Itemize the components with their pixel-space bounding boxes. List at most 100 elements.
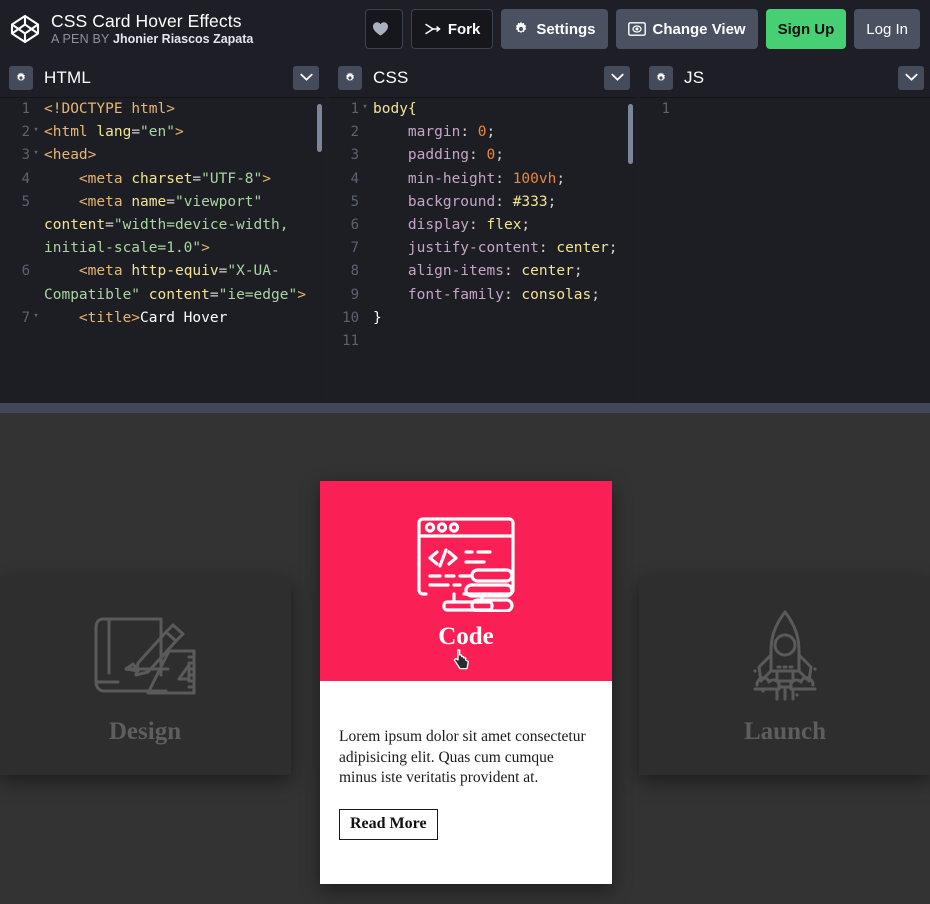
- card-design[interactable]: Design: [0, 577, 291, 775]
- love-button[interactable]: [365, 9, 403, 49]
- html-editor-pane: HTML 1<!DOCTYPE html>2▾<html lang="en">3…: [0, 58, 325, 403]
- js-code-area[interactable]: 1: [640, 98, 930, 403]
- code-line-text: <!DOCTYPE html>: [42, 98, 325, 121]
- line-number: 6: [333, 214, 359, 237]
- html-pane-title: HTML: [44, 68, 293, 88]
- code-line: 7 justify-content: center;: [329, 237, 636, 260]
- html-pane-header: HTML: [0, 58, 325, 98]
- code-fold-arrow-icon: [359, 144, 371, 149]
- code-line: 2 margin: 0;: [329, 121, 636, 144]
- html-code-area[interactable]: 1<!DOCTYPE html>2▾<html lang="en">3▾<hea…: [0, 98, 325, 403]
- change-view-button[interactable]: Change View: [616, 9, 758, 49]
- code-fold-arrow-icon: [359, 307, 371, 312]
- css-chevron-down-icon[interactable]: [604, 66, 630, 90]
- css-scrollbar-thumb[interactable]: [628, 104, 633, 164]
- card-code-body: Lorem ipsum dolor sit amet consectetur a…: [320, 681, 612, 884]
- html-code-lines: 1<!DOCTYPE html>2▾<html lang="en">3▾<hea…: [0, 98, 325, 330]
- line-number: 7: [333, 237, 359, 260]
- card-code-header: Code: [320, 481, 612, 681]
- codepen-logo-icon[interactable]: [8, 12, 42, 46]
- line-number: 4: [4, 168, 30, 191]
- code-line: 4 <meta charset="UTF-8">: [0, 168, 325, 191]
- code-fold-arrow-icon: [670, 98, 682, 103]
- code-line-text: <head>: [42, 144, 325, 167]
- code-line-text: font-family: consolas;: [371, 284, 636, 307]
- code-line-text: <meta charset="UTF-8">: [42, 168, 325, 191]
- css-editor-pane: CSS 1▾body{2 margin: 0;3 padding: 0;4 mi…: [329, 58, 636, 403]
- code-line-text: padding: 0;: [371, 144, 636, 167]
- code-line-text: <title>Card Hover: [42, 307, 325, 330]
- line-number: 5: [333, 191, 359, 214]
- editor-preview-resize-handle[interactable]: [0, 403, 930, 413]
- code-line: 3▾<head>: [0, 144, 325, 167]
- line-number: 8: [333, 260, 359, 283]
- code-line: 1 <!DOCTYPE html>: [0, 98, 325, 121]
- read-more-button[interactable]: Read More: [339, 809, 438, 840]
- css-settings-gear-icon[interactable]: [338, 66, 362, 90]
- code-line: 3 padding: 0;: [329, 144, 636, 167]
- code-fold-arrow-icon: [359, 237, 371, 242]
- code-fold-arrow-icon: [359, 121, 371, 126]
- code-line: 5 background: #333;: [329, 191, 636, 214]
- line-number: 10: [333, 307, 359, 330]
- card-launch-label: Launch: [744, 718, 826, 746]
- js-chevron-down-icon[interactable]: [898, 66, 924, 90]
- js-settings-gear-icon[interactable]: [649, 66, 673, 90]
- blueprint-pencil-ruler-icon: [93, 607, 197, 712]
- html-settings-gear-icon[interactable]: [9, 66, 33, 90]
- line-number: 3: [333, 144, 359, 167]
- code-fold-arrow-icon: [359, 260, 371, 265]
- html-scrollbar-thumb[interactable]: [317, 104, 322, 152]
- change-view-icon: [628, 22, 646, 36]
- code-fold-arrow-icon[interactable]: ▾: [30, 307, 42, 321]
- code-fold-arrow-icon[interactable]: ▾: [30, 121, 42, 135]
- line-number: 2: [4, 121, 30, 144]
- code-line-text: min-height: 100vh;: [371, 168, 636, 191]
- js-pane-title: JS: [684, 68, 898, 88]
- line-number: 7: [4, 307, 30, 330]
- code-line-text: <html lang="en">: [42, 121, 325, 144]
- code-fold-arrow-icon[interactable]: ▾: [30, 144, 42, 158]
- css-pane-title: CSS: [373, 68, 604, 88]
- code-line: 9 font-family: consolas;: [329, 284, 636, 307]
- card-code-label: Code: [438, 623, 494, 651]
- log-in-button[interactable]: Log In: [854, 9, 920, 49]
- page-title: CSS Card Hover Effects: [51, 11, 365, 31]
- heart-icon: [372, 21, 389, 37]
- fork-icon: [424, 21, 441, 37]
- fork-button[interactable]: Fork: [411, 9, 494, 49]
- code-line: 8 align-items: center;: [329, 260, 636, 283]
- code-fold-arrow-icon: [30, 98, 42, 103]
- line-number: 1: [4, 98, 30, 121]
- code-line: 1: [640, 98, 930, 121]
- rocket-icon: [733, 607, 837, 712]
- code-line: 6 display: flex;: [329, 214, 636, 237]
- pointer-hand-cursor: [453, 649, 470, 675]
- code-line: 1▾body{: [329, 98, 636, 121]
- codepen-app: CSS Card Hover Effects A PEN BY Jhonier …: [0, 0, 930, 904]
- code-line: 7▾ <title>Card Hover: [0, 307, 325, 330]
- code-fold-arrow-icon[interactable]: ▾: [359, 98, 371, 112]
- code-line-text: <meta http-equiv="X-UA-Compatible" conte…: [42, 260, 325, 306]
- settings-button[interactable]: Settings: [501, 9, 607, 49]
- toolbar-actions: Fork Settings: [365, 9, 920, 49]
- code-line: 5 <meta name="viewport" content="width=d…: [0, 191, 325, 261]
- sign-up-button-label: Sign Up: [778, 21, 835, 38]
- card-code[interactable]: Code Lorem ipsum dolor sit amet consecte…: [320, 481, 612, 884]
- card-code-text: Lorem ipsum dolor sit amet consectetur a…: [339, 727, 593, 789]
- sign-up-button[interactable]: Sign Up: [766, 9, 847, 49]
- pen-by-prefix: A PEN BY: [51, 32, 109, 46]
- line-number: 11: [333, 330, 359, 353]
- code-line-text: display: flex;: [371, 214, 636, 237]
- css-code-area[interactable]: 1▾body{2 margin: 0;3 padding: 0;4 min-he…: [329, 98, 636, 403]
- log-in-button-label: Log In: [866, 21, 908, 38]
- js-editor-pane: JS 1: [640, 58, 930, 403]
- code-line: 11: [329, 330, 636, 353]
- code-fold-arrow-icon: [359, 191, 371, 196]
- code-fold-arrow-icon: [30, 191, 42, 196]
- html-chevron-down-icon[interactable]: [293, 66, 319, 90]
- card-launch[interactable]: Launch: [639, 577, 930, 775]
- settings-button-label: Settings: [536, 21, 595, 38]
- preview-iframe: Design: [0, 413, 930, 904]
- monitor-code-icon: [414, 512, 518, 617]
